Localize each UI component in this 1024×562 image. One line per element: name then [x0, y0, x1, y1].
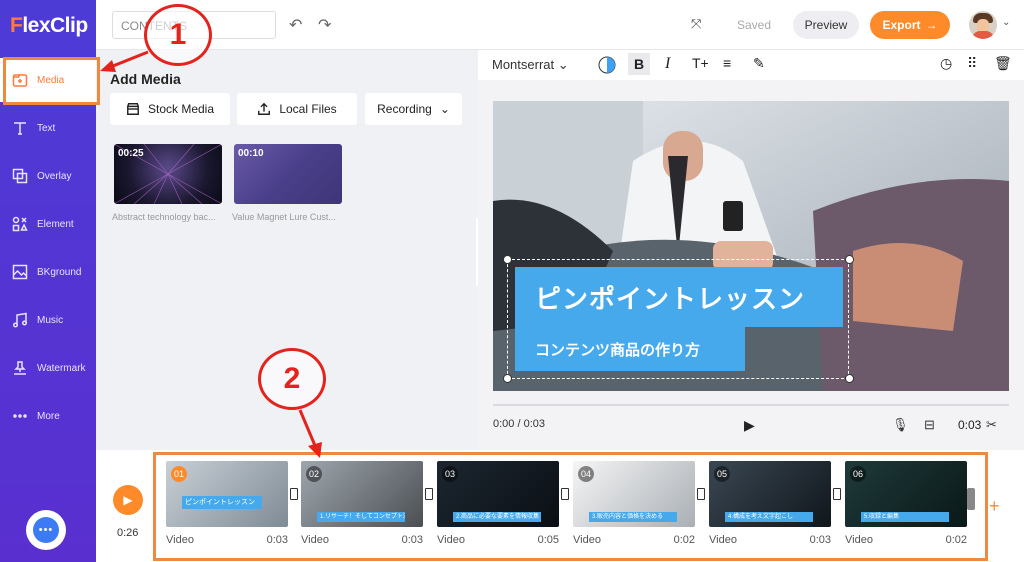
annotation-arrows: [100, 50, 322, 458]
callout-2: 2: [258, 348, 326, 410]
callout-1: 1: [144, 4, 212, 66]
